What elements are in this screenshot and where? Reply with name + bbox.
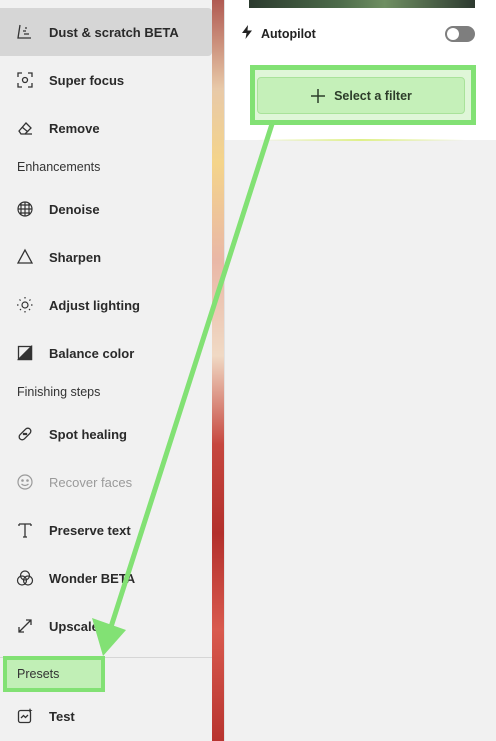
menu-item-label: Denoise: [49, 201, 100, 217]
upscale-icon: [15, 616, 35, 636]
autopilot-toggle[interactable]: [445, 26, 475, 42]
panel-divider: [257, 139, 465, 141]
menu-item-label: Adjust lighting: [49, 297, 140, 313]
panel-header: Autopilot Select a filter: [225, 0, 496, 141]
photo-preview-strip: [212, 0, 224, 741]
eraser-icon: [15, 118, 35, 138]
menu-item-label: Upscale: [49, 618, 99, 634]
wonder-icon: [15, 568, 35, 588]
face-icon: [15, 472, 35, 492]
menu-item-balance-color[interactable]: Balance color: [0, 329, 212, 377]
select-filter-button[interactable]: Select a filter: [257, 77, 465, 114]
presets-button[interactable]: Presets: [3, 656, 105, 692]
filter-menu: Dust & scratch BETA Super focus Remove E…: [0, 0, 212, 741]
menu-item-super-focus[interactable]: Super focus: [0, 56, 212, 104]
balance-color-icon: [15, 343, 35, 363]
menu-item-label: Balance color: [49, 345, 135, 361]
menu-item-remove[interactable]: Remove: [0, 104, 212, 152]
menu-item-label: Super focus: [49, 72, 125, 88]
select-filter-label: Select a filter: [334, 88, 412, 103]
presets-label: Presets: [17, 667, 60, 681]
denoise-icon: [15, 199, 35, 219]
menu-item-label: Sharpen: [49, 249, 102, 265]
menu-item-label: Dust & scratch BETA: [49, 24, 179, 40]
menu-item-label: Remove: [49, 120, 100, 136]
menu-item-upscale[interactable]: Upscale: [0, 602, 212, 650]
menu-item-spot-healing[interactable]: Spot healing: [0, 410, 212, 458]
autopilot-label: Autopilot: [261, 27, 316, 41]
menu-item-label: Recover faces: [49, 474, 133, 490]
dust-scratch-icon: [15, 22, 35, 42]
menu-item-recover-faces[interactable]: Recover faces: [0, 458, 212, 506]
sharpen-icon: [15, 247, 35, 267]
menu-item-adjust-lighting[interactable]: Adjust lighting: [0, 281, 212, 329]
menu-item-label: Preserve text: [49, 522, 131, 538]
spot-healing-icon: [15, 424, 35, 444]
plus-icon: [310, 88, 326, 104]
menu-item-test-preset[interactable]: Test: [0, 692, 212, 740]
menu-item-sharpen[interactable]: Sharpen: [0, 233, 212, 281]
menu-item-dust-scratch[interactable]: Dust & scratch BETA: [0, 8, 212, 56]
menu-item-wonder[interactable]: Wonder BETA: [0, 554, 212, 602]
menu-item-label: Wonder BETA: [49, 570, 136, 586]
photo-thumbnail: [249, 0, 475, 8]
menu-item-label: Test: [49, 708, 75, 724]
menu-item-denoise[interactable]: Denoise: [0, 185, 212, 233]
menu-item-preserve-text[interactable]: Preserve text: [0, 506, 212, 554]
menu-item-label: Spot healing: [49, 426, 127, 442]
toggle-knob: [447, 28, 459, 40]
preset-sparkle-icon: [15, 706, 35, 726]
text-icon: [15, 520, 35, 540]
lightning-icon: [241, 24, 253, 44]
filter-stack-panel: Autopilot Select a filter: [224, 0, 496, 741]
section-enhancements: Enhancements: [17, 160, 101, 174]
autopilot-row: Autopilot: [241, 24, 481, 44]
lighting-icon: [15, 295, 35, 315]
section-finishing-steps: Finishing steps: [17, 385, 101, 399]
super-focus-icon: [15, 70, 35, 90]
